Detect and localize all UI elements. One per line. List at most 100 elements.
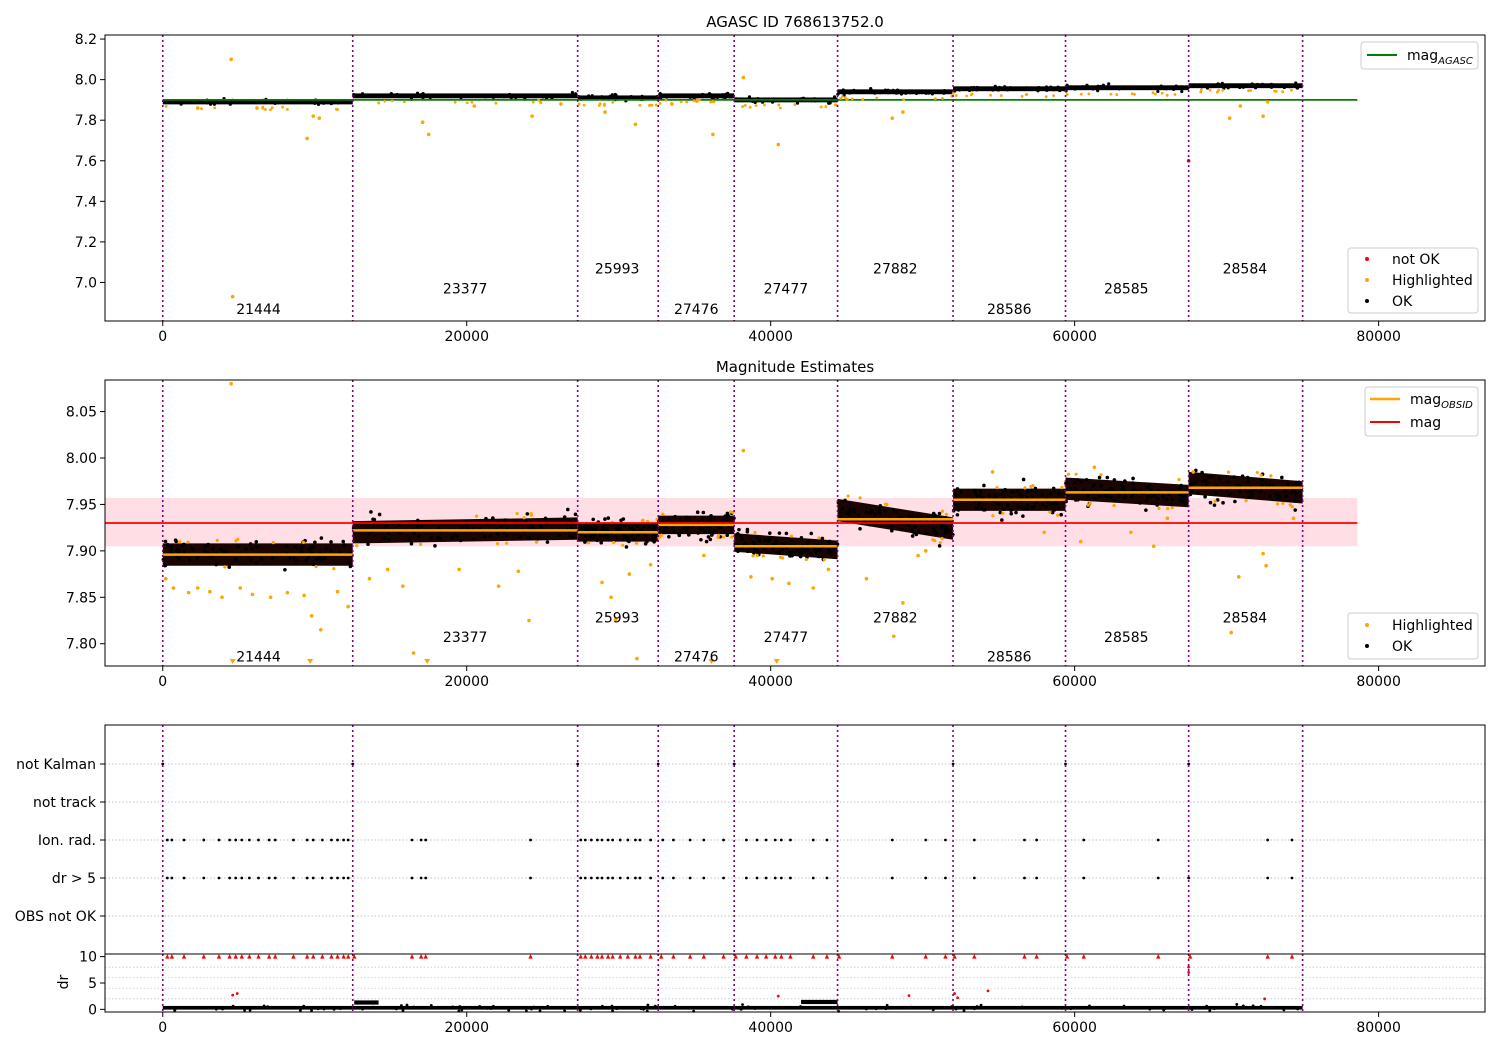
p1-ok-point	[395, 93, 400, 97]
p2-highlighted-point	[271, 541, 275, 545]
p3-flag-point	[764, 838, 768, 842]
p3-flag-point	[825, 838, 829, 842]
p3-flag-point	[182, 876, 186, 880]
p1-highlighted-point	[1025, 93, 1029, 96]
p2-highlighted-point	[940, 537, 944, 541]
p2-ok-point	[972, 488, 977, 493]
p1-highlighted-point	[648, 104, 651, 107]
p2-ok-point	[495, 532, 500, 536]
p1-xtick-label-3: 60000	[1052, 329, 1097, 345]
p3-flag-point	[661, 838, 665, 842]
p1-highlighted-point	[383, 99, 387, 103]
p2-ok-point	[299, 549, 304, 554]
p2-ok-point	[346, 560, 351, 565]
p1-ok-point	[336, 101, 341, 105]
p2-ok-point	[543, 516, 548, 521]
p1-ok-point	[682, 93, 686, 97]
p2-ok-point	[622, 533, 627, 538]
p2-ok-point	[755, 535, 760, 540]
p2-ok-point	[1232, 475, 1236, 479]
p1-ok-point	[715, 95, 720, 99]
p3-flag-point	[773, 838, 777, 842]
p2-ok-point	[1294, 492, 1299, 497]
p2-ok-point	[1144, 499, 1149, 503]
p2-ok-point	[594, 525, 599, 530]
p2-highlighted-point	[811, 586, 816, 590]
p2-ok-point	[1213, 490, 1217, 495]
p1-ok-point	[674, 94, 678, 98]
p4-dr-point	[339, 1007, 342, 1011]
p3-flag-point	[311, 876, 315, 880]
p2-ok-point	[458, 538, 463, 543]
p1-ytick-label-6: 8.2	[75, 32, 97, 48]
p2-highlighted-point	[1048, 510, 1052, 514]
p4-dr-point	[1020, 1005, 1024, 1009]
p2-ok-point	[236, 544, 240, 549]
p3-flag-point	[305, 838, 309, 842]
p2-ok-point	[814, 550, 818, 555]
p2-highlighted-point	[916, 553, 920, 558]
p2-highlighted-point	[751, 554, 755, 558]
p2-ok-point	[856, 513, 861, 518]
p2-ok-point	[677, 517, 682, 521]
p1-ok-point	[459, 96, 463, 100]
p2-ok-point	[1103, 493, 1107, 498]
p2-ok-point	[1057, 492, 1061, 496]
p1-ok-point	[1022, 87, 1026, 91]
p2-ok-point	[944, 524, 948, 528]
p2-highlighted-point	[991, 514, 995, 518]
p1-ok-point	[704, 94, 709, 98]
p1-ok-point	[988, 87, 992, 92]
p2-highlighted-point	[314, 565, 318, 569]
p1-ok-point	[724, 93, 728, 97]
p4-dr-point	[725, 1006, 728, 1009]
p2-highlighted-point	[1255, 470, 1259, 475]
p1-ok-point	[935, 90, 939, 94]
p2-ok-point	[1018, 492, 1022, 497]
p2-ok-point	[255, 560, 259, 565]
p2-ok-point	[736, 531, 740, 536]
p2-ok-point	[315, 557, 319, 561]
p2-ok-point	[539, 524, 544, 529]
p1-highlighted-point	[850, 97, 854, 101]
p3-flag-point	[611, 876, 615, 880]
p2-ok-point	[450, 535, 455, 540]
p2-highlighted-point	[1261, 551, 1265, 556]
p1-ok-point	[514, 95, 518, 100]
p1-ytick-label-1: 7.2	[75, 235, 97, 251]
p3-flag-point	[351, 762, 355, 766]
p4-dr-point	[1296, 1007, 1300, 1011]
legend-swatch-ok	[1365, 299, 1369, 303]
p3-flag-point	[217, 838, 221, 842]
p1-highlighted-point	[530, 114, 534, 118]
p2-ok-point	[1044, 505, 1049, 509]
p1-obsid-label-21444: 21444	[236, 302, 281, 318]
p2-ok-point	[737, 527, 741, 532]
p2-ok-point	[1284, 494, 1288, 498]
p1-ok-point	[1180, 85, 1184, 89]
p2-highlighted-point	[1129, 530, 1133, 535]
p2-ok-point	[1277, 495, 1282, 499]
p2-ok-point	[791, 550, 795, 555]
p2-ok-point	[974, 491, 978, 496]
p3-flag-point	[951, 762, 955, 766]
p2-ok-point	[372, 517, 377, 522]
p2-highlighted-point	[285, 590, 290, 595]
p4-dr-point	[173, 1008, 177, 1012]
p3-flag-point	[972, 876, 976, 880]
p4-dr-point	[838, 1006, 842, 1009]
p1-ok-point	[415, 91, 420, 95]
p4-dr-point	[746, 1005, 750, 1009]
p3-flag-point	[722, 838, 725, 842]
magnitude-legend-points: Highlighted OK	[1347, 612, 1479, 660]
p2-ok-point	[918, 530, 923, 535]
p1-ok-point	[972, 85, 976, 90]
p1-ok-point	[658, 91, 662, 96]
p2-ok-point	[621, 517, 626, 521]
p1-ok-point	[712, 95, 716, 100]
p1-highlighted-point	[933, 97, 937, 101]
p1-ok-point	[999, 86, 1004, 90]
p2-ok-point	[218, 547, 223, 552]
p2-ok-point	[503, 518, 508, 522]
p2-ok-point	[1021, 506, 1025, 511]
